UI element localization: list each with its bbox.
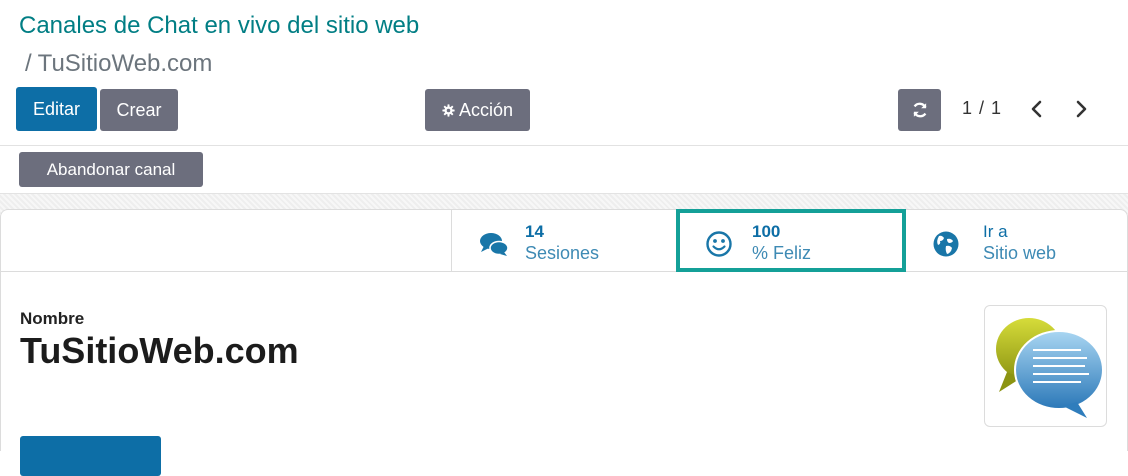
go-to-website-button[interactable]: Ir a Sitio web <box>906 209 1128 271</box>
breadcrumb-current-label: TuSitioWeb.com <box>37 50 213 77</box>
refresh-button[interactable] <box>898 89 941 131</box>
sessions-value: 14 <box>525 222 544 241</box>
chevron-left-icon <box>1030 100 1044 118</box>
record-name: TuSitioWeb.com <box>20 330 299 371</box>
breadcrumb: Canales de Chat en vivo del sitio web / T… <box>19 10 419 80</box>
name-field-label: Nombre <box>20 309 85 328</box>
button-box: 14 Sesiones 100 % Feliz Ir a Sitio web <box>0 209 1128 272</box>
form-primary-button[interactable] <box>20 436 161 476</box>
globe-icon <box>932 230 964 262</box>
channel-image[interactable] <box>984 305 1107 427</box>
create-button-label: Crear <box>116 99 162 120</box>
edit-button-label: Editar <box>32 98 81 119</box>
pager-value[interactable]: 1 / 1 <box>962 98 1002 119</box>
comments-icon <box>478 229 510 261</box>
pager-next-button[interactable] <box>1070 97 1092 121</box>
leave-channel-button[interactable]: Abandonar canal <box>19 152 203 187</box>
chat-bubbles-icon <box>985 306 1106 431</box>
sessions-stat-button[interactable]: 14 Sesiones <box>452 209 676 271</box>
breadcrumb-current: / TuSitioWeb.com <box>19 48 419 80</box>
action-button-label: Acción <box>458 99 514 120</box>
breadcrumb-parent-link[interactable]: Canales de Chat en vivo del sitio web <box>19 10 419 42</box>
sessions-label: Sesiones <box>525 243 600 263</box>
happy-stat-highlight <box>676 209 906 272</box>
action-button[interactable]: Acción <box>425 89 530 131</box>
gear-icon <box>442 103 455 117</box>
website-label: Sitio web <box>983 243 1057 263</box>
chevron-right-icon <box>1074 100 1088 118</box>
edit-button[interactable]: Editar <box>16 87 97 131</box>
leave-channel-label: Abandonar canal <box>46 159 176 179</box>
pager-previous-button[interactable] <box>1026 97 1048 121</box>
go-to-label: Ir a <box>983 222 1008 241</box>
refresh-icon <box>911 101 929 119</box>
breadcrumb-separator: / <box>25 50 32 77</box>
control-panel-divider <box>0 145 1128 146</box>
create-button[interactable]: Crear <box>100 89 178 131</box>
